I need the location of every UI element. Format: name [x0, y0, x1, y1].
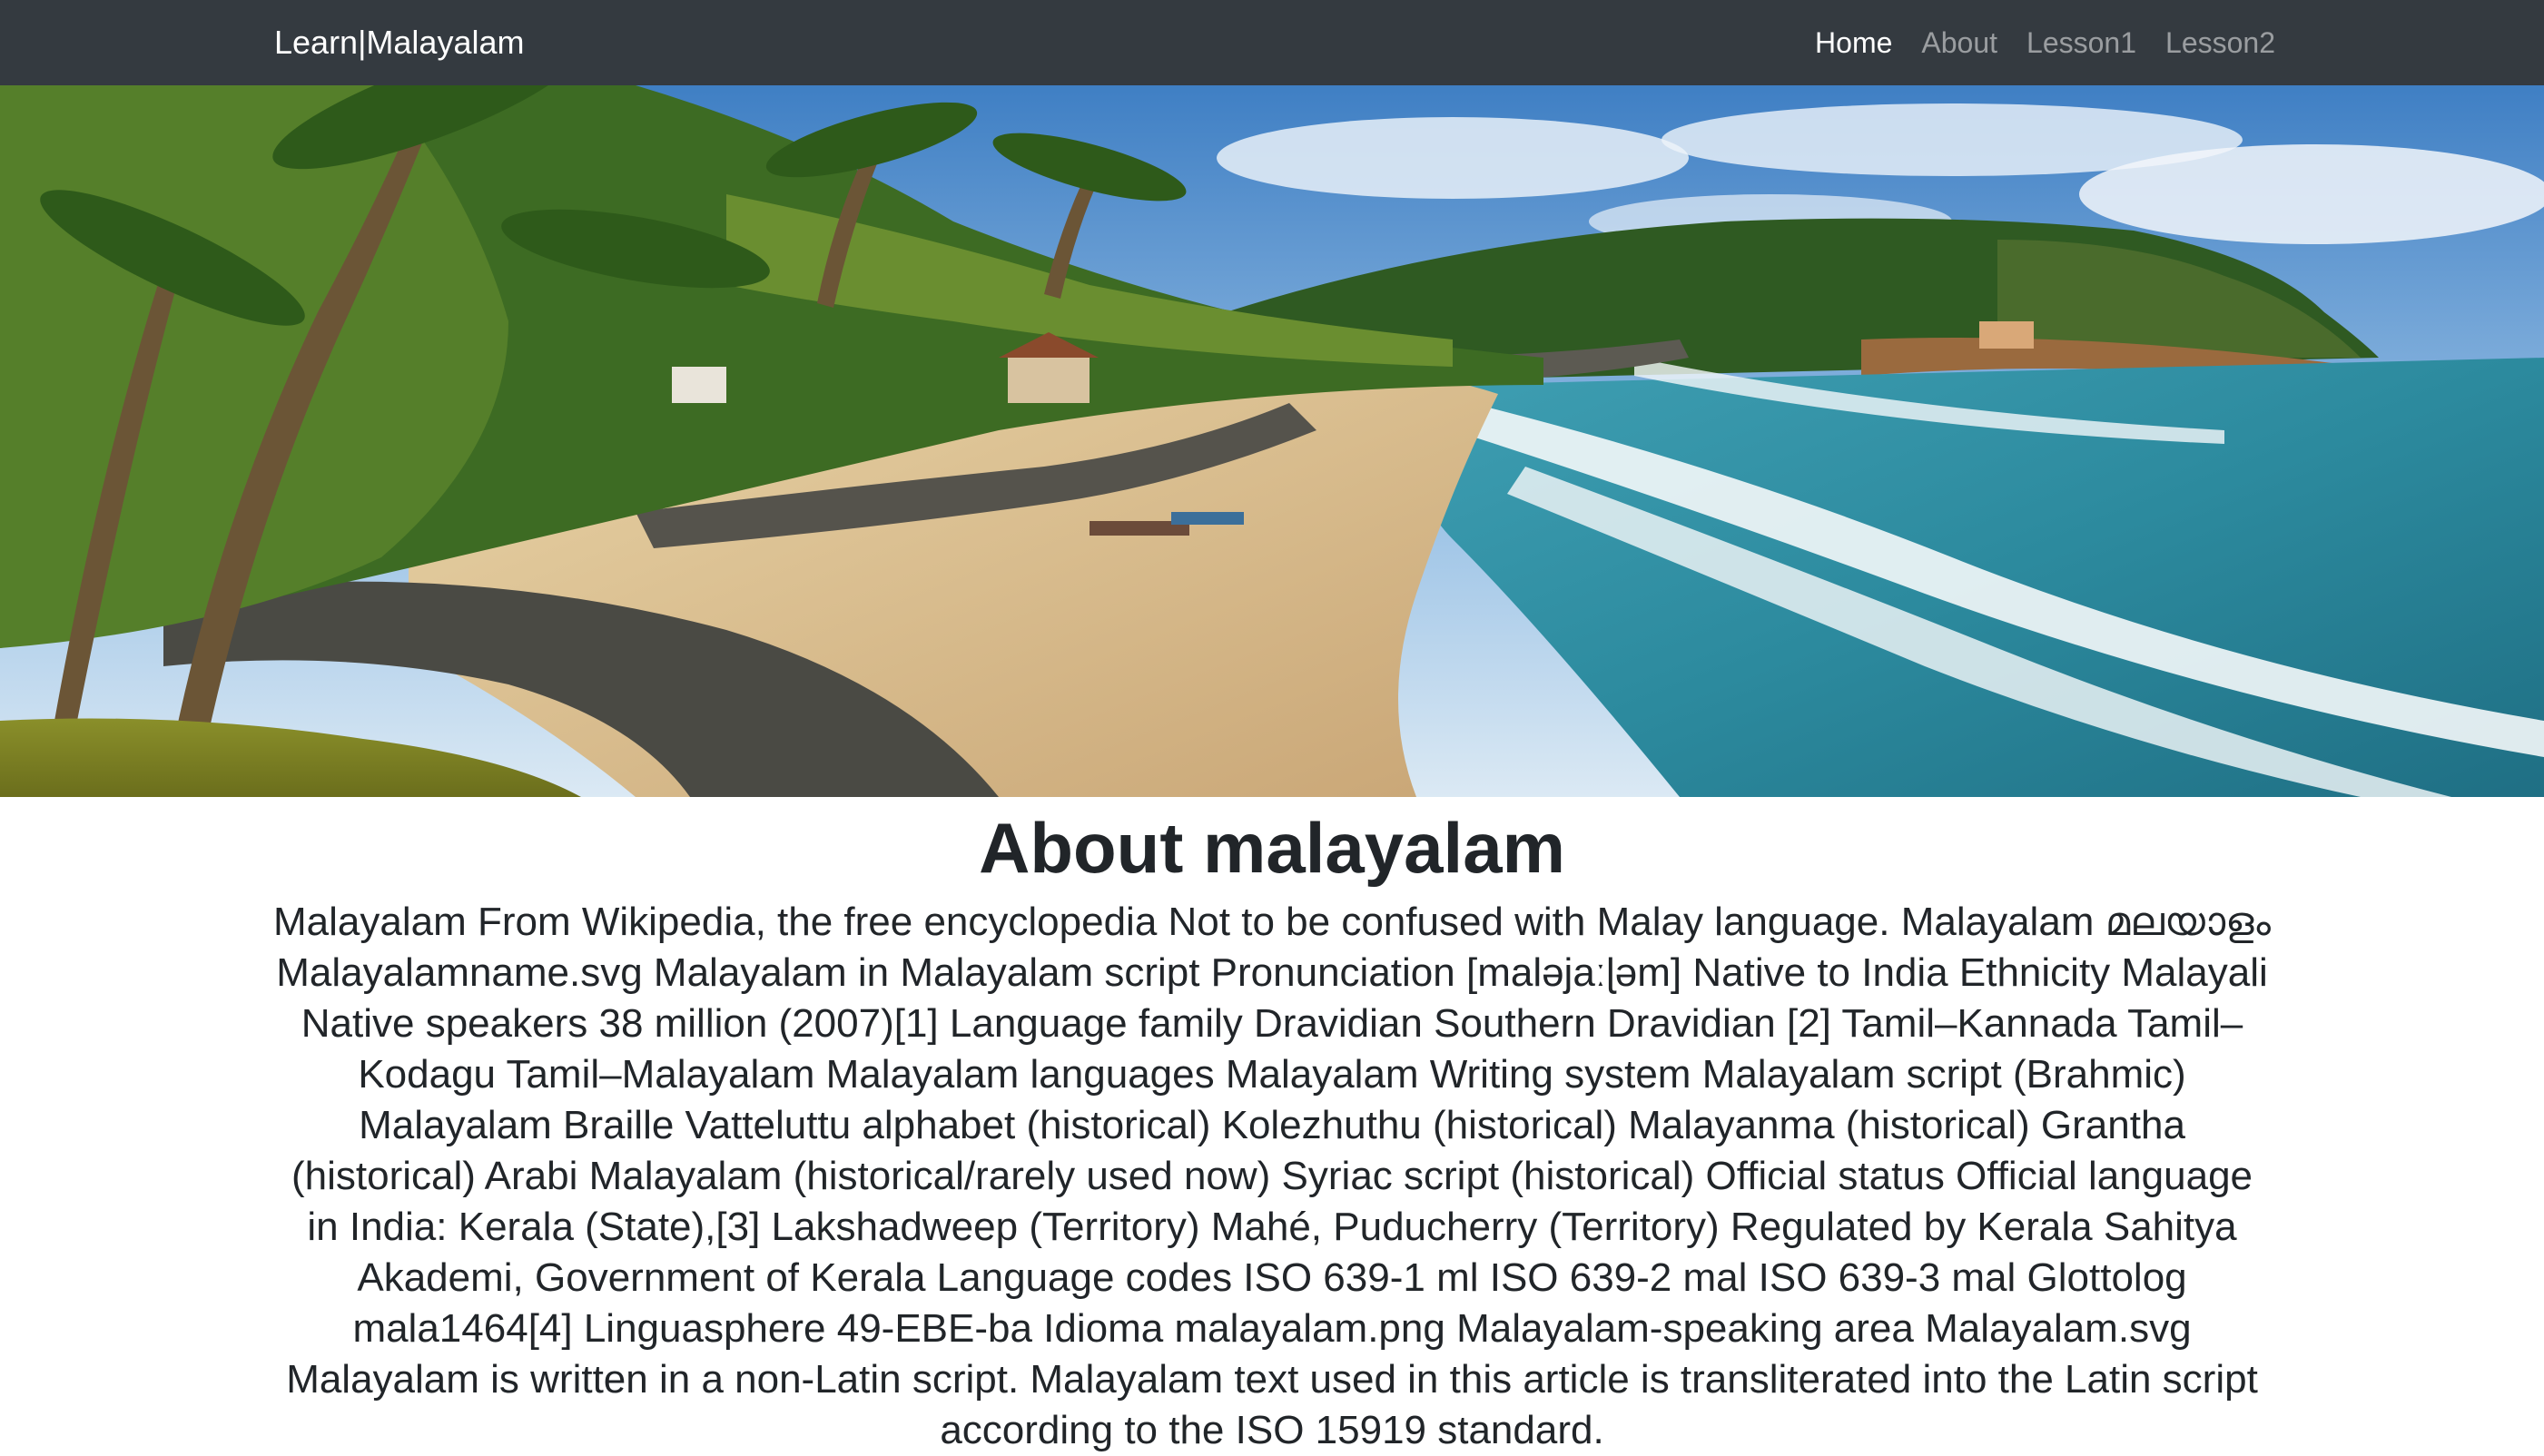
nav-lesson2-link[interactable]: Lesson2 — [2165, 15, 2275, 71]
nav-about-link[interactable]: About — [1921, 15, 1997, 71]
brand-link[interactable]: Learn|Malayalam — [274, 15, 524, 71]
top-navbar: Learn|Malayalam Home About Lesson1 Lesso… — [0, 0, 2544, 85]
nav-home-link[interactable]: Home — [1815, 15, 1892, 71]
nav-menu: Home About Lesson1 Lesson2 — [1815, 15, 2275, 71]
main-content: About malayalam Malayalam From Wikipedia… — [272, 797, 2272, 1456]
nav-lesson1-link[interactable]: Lesson1 — [2026, 15, 2136, 71]
article-body-text: Malayalam From Wikipedia, the free encyc… — [273, 900, 2271, 1452]
page-title: About malayalam — [979, 808, 1565, 888]
hero-beach-image — [0, 85, 2544, 797]
